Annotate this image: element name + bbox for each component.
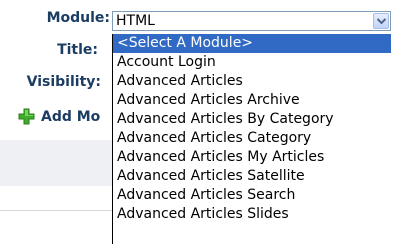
dropdown-option[interactable]: Advanced Articles: [113, 72, 391, 91]
dropdown-option[interactable]: Advanced Articles My Articles: [113, 148, 391, 167]
module-label: Module:: [46, 10, 110, 26]
title-label: Title:: [57, 42, 98, 58]
chevron-down-icon: [377, 18, 386, 25]
dropdown-option[interactable]: Advanced Articles Satellite: [113, 167, 391, 186]
module-select[interactable]: HTML: [112, 11, 391, 31]
add-module-link[interactable]: Add Mo: [18, 108, 100, 125]
dropdown-toggle-button[interactable]: [373, 13, 389, 29]
panel-divider: [0, 210, 116, 211]
plus-icon: [18, 108, 35, 125]
add-module-label: Add Mo: [41, 108, 101, 125]
dropdown-option[interactable]: Account Login: [113, 53, 391, 72]
dropdown-option[interactable]: Advanced Articles Search: [113, 186, 391, 205]
dropdown-option[interactable]: <Select A Module>: [113, 34, 391, 53]
dropdown-option[interactable]: Advanced Articles By Category: [113, 110, 391, 129]
dropdown-option[interactable]: Advanced Articles Slides: [113, 205, 391, 224]
dropdown-option[interactable]: Advanced Articles Archive: [113, 91, 391, 110]
module-dropdown-list[interactable]: <Select A Module> Account Login Advanced…: [112, 34, 391, 244]
module-select-value: HTML: [116, 13, 155, 29]
visibility-label: Visibility:: [26, 74, 101, 90]
options-panel: [0, 140, 116, 186]
dropdown-option[interactable]: Advanced Articles Category: [113, 129, 391, 148]
